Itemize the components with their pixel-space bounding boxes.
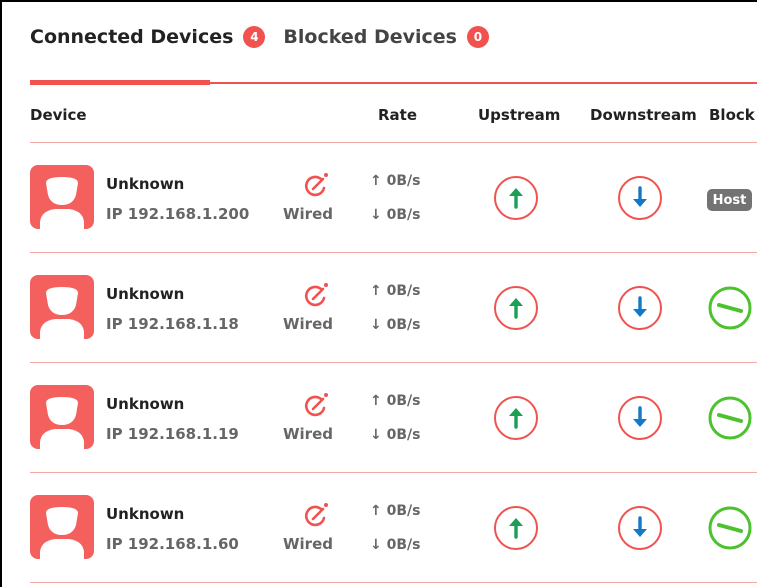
table-row: Unknown IP 192.168.1.18 Wired ↑ 0B/s ↓ 0… <box>2 253 757 363</box>
device-name: Unknown <box>106 175 185 193</box>
upstream-limit-button[interactable] <box>494 396 538 440</box>
tab-blocked-label: Blocked Devices <box>283 26 457 48</box>
downstream-limit-button[interactable] <box>618 396 662 440</box>
table-row: Unknown IP 192.168.1.60 Wired ↑ 0B/s ↓ 0… <box>2 473 757 583</box>
edit-icon[interactable] <box>302 171 330 199</box>
block-toggle-icon[interactable] <box>707 285 753 331</box>
table-header: Device Rate Upstream Downstream Block <box>2 106 757 128</box>
block-toggle-icon[interactable] <box>707 395 753 441</box>
downstream-limit-button[interactable] <box>618 176 662 220</box>
connected-count-badge: 4 <box>243 26 266 48</box>
edit-icon[interactable] <box>302 391 330 419</box>
downstream-rate: ↓ 0B/s <box>370 427 421 443</box>
header-rate: Rate <box>378 106 418 124</box>
arrow-down-icon <box>633 186 647 207</box>
blocked-count-badge: 0 <box>466 26 489 48</box>
host-badge: Host <box>707 189 752 211</box>
user-icon <box>30 385 94 449</box>
header-block: Block <box>709 106 755 124</box>
connected-devices-panel: Connected Devices 4 Blocked Devices 0 De… <box>0 0 757 587</box>
arrow-down-icon <box>633 516 647 537</box>
upstream-rate: ↑ 0B/s <box>370 393 421 409</box>
user-icon <box>30 165 94 229</box>
downstream-rate: ↓ 0B/s <box>370 317 421 333</box>
arrow-up-icon <box>509 408 523 429</box>
arrow-up-icon <box>509 298 523 319</box>
active-tab-indicator <box>30 80 210 85</box>
upstream-limit-button[interactable] <box>494 506 538 550</box>
arrow-down-icon <box>633 406 647 427</box>
user-icon <box>30 275 94 339</box>
upstream-rate: ↑ 0B/s <box>370 283 421 299</box>
device-name: Unknown <box>106 395 185 413</box>
header-upstream: Upstream <box>478 106 561 124</box>
connection-type: Wired <box>283 535 333 553</box>
device-name: Unknown <box>106 285 185 303</box>
header-device: Device <box>30 106 87 124</box>
device-ip: IP 192.168.1.19 <box>106 425 239 443</box>
table-row: Unknown IP 192.168.1.19 Wired ↑ 0B/s ↓ 0… <box>2 363 757 473</box>
arrow-up-icon <box>509 188 523 209</box>
downstream-limit-button[interactable] <box>618 286 662 330</box>
block-toggle-icon[interactable] <box>707 505 753 551</box>
row-divider <box>30 582 757 583</box>
edit-icon[interactable] <box>302 501 330 529</box>
upstream-limit-button[interactable] <box>494 176 538 220</box>
downstream-rate: ↓ 0B/s <box>370 207 421 223</box>
tab-blocked-devices[interactable]: Blocked Devices 0 <box>283 26 489 48</box>
downstream-limit-button[interactable] <box>618 506 662 550</box>
user-icon <box>30 495 94 559</box>
device-ip: IP 192.168.1.200 <box>106 205 250 223</box>
device-tabs: Connected Devices 4 Blocked Devices 0 <box>30 22 489 52</box>
arrow-up-icon <box>509 518 523 539</box>
device-ip: IP 192.168.1.18 <box>106 315 239 333</box>
arrow-down-icon <box>633 296 647 317</box>
tab-connected-label: Connected Devices <box>30 26 234 48</box>
connection-type: Wired <box>283 315 333 333</box>
device-ip: IP 192.168.1.60 <box>106 535 239 553</box>
header-downstream: Downstream <box>590 106 697 124</box>
connection-type: Wired <box>283 205 333 223</box>
table-row: Unknown IP 192.168.1.200 Wired ↑ 0B/s ↓ … <box>2 143 757 253</box>
downstream-rate: ↓ 0B/s <box>370 537 421 553</box>
tab-connected-devices[interactable]: Connected Devices 4 <box>30 26 266 48</box>
connection-type: Wired <box>283 425 333 443</box>
upstream-rate: ↑ 0B/s <box>370 503 421 519</box>
edit-icon[interactable] <box>302 281 330 309</box>
device-name: Unknown <box>106 505 185 523</box>
upstream-rate: ↑ 0B/s <box>370 173 421 189</box>
upstream-limit-button[interactable] <box>494 286 538 330</box>
